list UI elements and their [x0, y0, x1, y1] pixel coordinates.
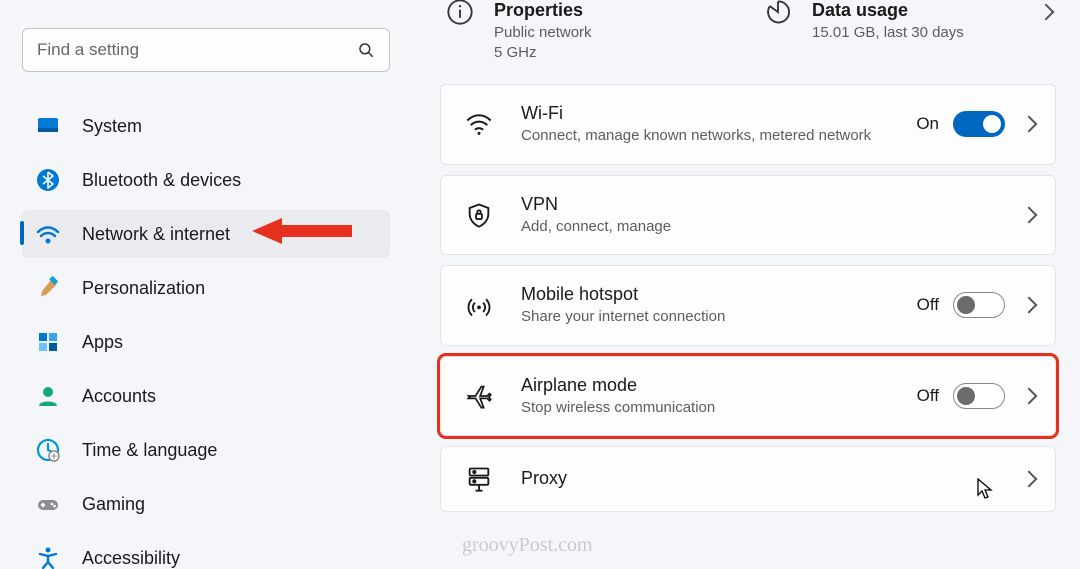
search-input[interactable]	[37, 40, 357, 60]
properties-sub2: 5 GHz	[494, 43, 592, 63]
data-usage-icon	[764, 0, 792, 26]
wifi-state: On	[916, 114, 939, 134]
account-icon	[36, 384, 60, 408]
card-airplane-mode[interactable]: Airplane mode Stop wireless communicatio…	[440, 356, 1056, 437]
wifi-icon	[36, 222, 60, 246]
network-internet-panel: Properties Public network 5 GHz Data usa…	[412, 0, 1080, 569]
card-title: Proxy	[521, 468, 1023, 489]
card-mobile-hotspot[interactable]: Mobile hotspot Share your internet conne…	[440, 265, 1056, 346]
card-proxy[interactable]: Proxy	[440, 446, 1056, 512]
bluetooth-icon	[36, 168, 60, 192]
search-box[interactable]	[22, 28, 390, 72]
sidebar-label: Personalization	[82, 278, 205, 299]
hotspot-toggle[interactable]	[953, 292, 1005, 318]
shield-icon	[465, 201, 493, 229]
sidebar-item-personalization[interactable]: Personalization	[22, 264, 390, 312]
search-icon	[357, 41, 375, 59]
card-title: Airplane mode	[521, 375, 917, 396]
sidebar-label: Bluetooth & devices	[82, 170, 241, 191]
proxy-icon	[465, 465, 493, 493]
sidebar-item-time-language[interactable]: Time & language	[22, 426, 390, 474]
sidebar-label: Network & internet	[82, 224, 230, 245]
card-title: VPN	[521, 194, 1023, 215]
hotspot-state: Off	[917, 295, 939, 315]
chevron-right-icon	[1021, 116, 1038, 133]
sidebar-item-system[interactable]: System	[22, 102, 390, 150]
card-title: Mobile hotspot	[521, 284, 917, 305]
card-subtitle: Share your internet connection	[521, 307, 917, 327]
card-vpn[interactable]: VPN Add, connect, manage	[440, 175, 1056, 256]
apps-icon	[36, 330, 60, 354]
sidebar-item-bluetooth[interactable]: Bluetooth & devices	[22, 156, 390, 204]
properties-title: Properties	[494, 0, 592, 21]
sidebar-item-gaming[interactable]: Gaming	[22, 480, 390, 528]
sidebar-label: Gaming	[82, 494, 145, 515]
airplane-state: Off	[917, 386, 939, 406]
sidebar-label: System	[82, 116, 142, 137]
sidebar-item-accounts[interactable]: Accounts	[22, 372, 390, 420]
sidebar-label: Accessibility	[82, 548, 180, 569]
chevron-right-icon	[1021, 387, 1038, 404]
chevron-right-icon	[1021, 297, 1038, 314]
sidebar-label: Time & language	[82, 440, 217, 461]
settings-sidebar: System Bluetooth & devices Network & int…	[0, 0, 412, 569]
gamepad-icon	[36, 492, 60, 516]
hotspot-icon	[465, 291, 493, 319]
sidebar-label: Accounts	[82, 386, 156, 407]
data-usage-sub: 15.01 GB, last 30 days	[812, 23, 964, 43]
sidebar-item-network[interactable]: Network & internet	[22, 210, 390, 258]
wifi-toggle[interactable]	[953, 111, 1005, 137]
card-subtitle: Add, connect, manage	[521, 217, 1023, 237]
properties-sub1: Public network	[494, 23, 592, 43]
data-usage-tile[interactable]: Data usage 15.01 GB, last 30 days	[758, 0, 1056, 62]
card-wifi[interactable]: Wi-Fi Connect, manage known networks, me…	[440, 84, 1056, 165]
data-usage-title: Data usage	[812, 0, 964, 21]
clock-icon	[36, 438, 60, 462]
info-icon	[446, 0, 474, 26]
airplane-icon	[465, 382, 493, 410]
card-subtitle: Stop wireless communication	[521, 398, 917, 418]
system-icon	[36, 114, 60, 138]
sidebar-item-apps[interactable]: Apps	[22, 318, 390, 366]
sidebar-item-accessibility[interactable]: Accessibility	[22, 534, 390, 569]
brush-icon	[36, 276, 60, 300]
accessibility-icon	[36, 546, 60, 569]
card-subtitle: Connect, manage known networks, metered …	[521, 126, 916, 146]
card-title: Wi-Fi	[521, 103, 916, 124]
sidebar-label: Apps	[82, 332, 123, 353]
properties-tile[interactable]: Properties Public network 5 GHz	[440, 0, 738, 62]
chevron-right-icon	[1021, 206, 1038, 223]
chevron-right-icon	[1038, 4, 1055, 21]
airplane-toggle[interactable]	[953, 383, 1005, 409]
wifi-icon	[465, 110, 493, 138]
chevron-right-icon	[1021, 471, 1038, 488]
